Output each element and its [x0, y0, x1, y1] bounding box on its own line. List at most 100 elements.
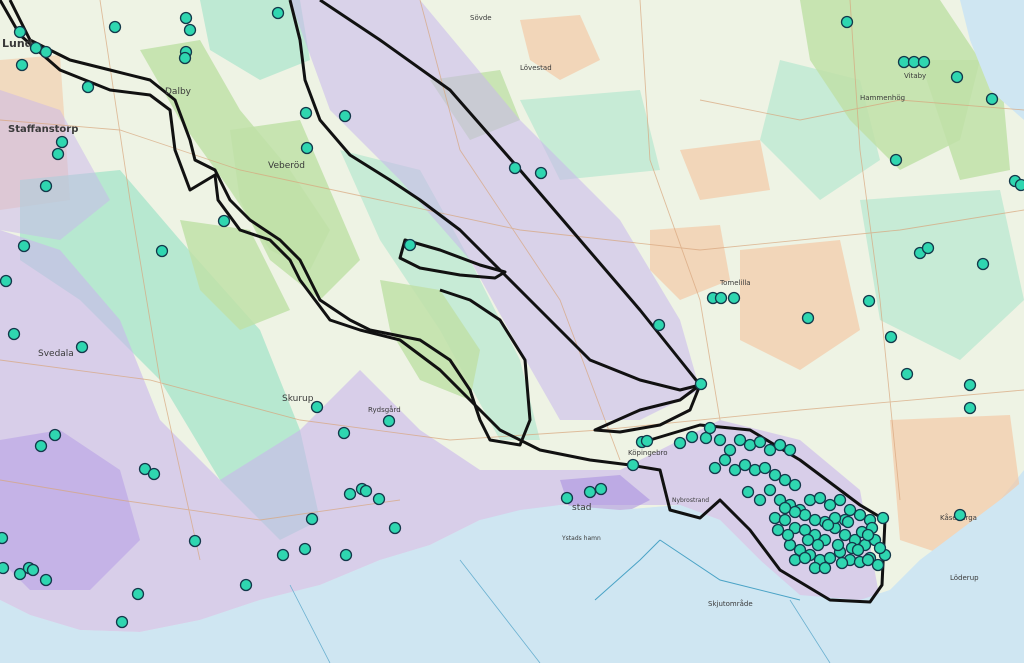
observation-point-marker[interactable] [763, 483, 777, 497]
observation-point-marker[interactable] [781, 528, 795, 542]
observation-point-marker[interactable] [768, 468, 782, 482]
observation-point-marker[interactable] [188, 534, 202, 548]
observation-point-marker[interactable] [778, 513, 792, 527]
observation-point-marker[interactable] [39, 179, 53, 193]
observation-point-marker[interactable] [339, 548, 353, 562]
observation-point-marker[interactable] [718, 453, 732, 467]
observation-point-marker[interactable] [727, 291, 741, 305]
observation-point-marker[interactable] [310, 400, 324, 414]
observation-point-marker[interactable] [963, 401, 977, 415]
observation-point-marker[interactable] [851, 543, 865, 557]
observation-point-marker[interactable] [183, 23, 197, 37]
observation-point-marker[interactable] [276, 548, 290, 562]
observation-point-marker[interactable] [298, 542, 312, 556]
observation-point-marker[interactable] [508, 161, 522, 175]
observation-point-marker[interactable] [39, 573, 53, 587]
observation-point-marker[interactable] [861, 528, 875, 542]
observation-point-marker[interactable] [843, 503, 857, 517]
observation-point-marker[interactable] [115, 615, 129, 629]
observation-point-marker[interactable] [147, 467, 161, 481]
observation-point-marker[interactable] [0, 531, 9, 545]
observation-point-marker[interactable] [7, 327, 21, 341]
observation-point-marker[interactable] [823, 551, 837, 565]
observation-point-marker[interactable] [108, 20, 122, 34]
map-view[interactable]: Lund Staffanstorp Dalby Veberöd Skurup S… [0, 0, 1024, 663]
observation-point-marker[interactable] [811, 538, 825, 552]
observation-point-marker[interactable] [900, 367, 914, 381]
observation-point-marker[interactable] [560, 491, 574, 505]
observation-point-marker[interactable] [783, 443, 797, 457]
observation-point-marker[interactable] [29, 41, 43, 55]
observation-point-marker[interactable] [48, 428, 62, 442]
observation-point-marker[interactable] [808, 561, 822, 575]
observation-point-marker[interactable] [788, 478, 802, 492]
observation-point-marker[interactable] [963, 378, 977, 392]
observation-point-marker[interactable] [798, 523, 812, 537]
observation-point-marker[interactable] [1014, 178, 1024, 192]
observation-point-marker[interactable] [640, 434, 654, 448]
observation-point-marker[interactable] [818, 561, 832, 575]
observation-point-marker[interactable] [833, 493, 847, 507]
observation-point-marker[interactable] [953, 508, 967, 522]
observation-point-marker[interactable] [652, 318, 666, 332]
observation-point-marker[interactable] [534, 166, 548, 180]
observation-point-marker[interactable] [17, 239, 31, 253]
observation-point-marker[interactable] [55, 135, 69, 149]
observation-point-marker[interactable] [372, 492, 386, 506]
observation-point-marker[interactable] [723, 443, 737, 457]
observation-point-marker[interactable] [798, 508, 812, 522]
observation-point-marker[interactable] [763, 443, 777, 457]
observation-point-marker[interactable] [75, 340, 89, 354]
observation-point-marker[interactable] [741, 485, 755, 499]
observation-point-marker[interactable] [15, 58, 29, 72]
observation-point-marker[interactable] [81, 80, 95, 94]
observation-point-marker[interactable] [300, 141, 314, 155]
observation-point-marker[interactable] [673, 436, 687, 450]
observation-point-marker[interactable] [26, 563, 40, 577]
observation-point-marker[interactable] [778, 501, 792, 515]
observation-point-marker[interactable] [813, 491, 827, 505]
observation-point-marker[interactable] [753, 435, 767, 449]
observation-point-marker[interactable] [835, 556, 849, 570]
observation-point-marker[interactable] [699, 431, 713, 445]
observation-point-marker[interactable] [714, 291, 728, 305]
observation-point-marker[interactable] [801, 533, 815, 547]
observation-point-marker[interactable] [217, 214, 231, 228]
observation-point-marker[interactable] [0, 274, 13, 288]
observation-point-marker[interactable] [338, 109, 352, 123]
observation-point-marker[interactable] [743, 438, 757, 452]
observation-point-marker[interactable] [337, 426, 351, 440]
observation-point-marker[interactable] [131, 587, 145, 601]
observation-point-marker[interactable] [840, 15, 854, 29]
map-canvas[interactable]: Lund Staffanstorp Dalby Veberöd Skurup S… [0, 0, 1024, 663]
observation-point-marker[interactable] [801, 311, 815, 325]
observation-point-marker[interactable] [821, 518, 835, 532]
observation-point-marker[interactable] [917, 55, 931, 69]
observation-point-marker[interactable] [876, 511, 890, 525]
observation-point-marker[interactable] [897, 55, 911, 69]
observation-point-marker[interactable] [778, 473, 792, 487]
observation-point-marker[interactable] [738, 458, 752, 472]
observation-point-marker[interactable] [758, 461, 772, 475]
observation-point-marker[interactable] [403, 238, 417, 252]
observation-point-marker[interactable] [708, 461, 722, 475]
observation-point-marker[interactable] [305, 512, 319, 526]
observation-point-marker[interactable] [907, 55, 921, 69]
observation-point-marker[interactable] [873, 541, 887, 555]
observation-point-marker[interactable] [808, 513, 822, 527]
observation-point-marker[interactable] [343, 487, 357, 501]
observation-point-marker[interactable] [838, 528, 852, 542]
observation-point-marker[interactable] [359, 484, 373, 498]
observation-point-marker[interactable] [713, 433, 727, 447]
observation-point-marker[interactable] [783, 538, 797, 552]
observation-point-marker[interactable] [871, 558, 885, 572]
observation-point-marker[interactable] [950, 70, 964, 84]
observation-point-marker[interactable] [889, 153, 903, 167]
observation-point-marker[interactable] [382, 414, 396, 428]
observation-point-marker[interactable] [803, 493, 817, 507]
observation-point-marker[interactable] [179, 11, 193, 25]
observation-point-marker[interactable] [841, 515, 855, 529]
observation-point-marker[interactable] [853, 508, 867, 522]
observation-point-marker[interactable] [798, 551, 812, 565]
observation-point-marker[interactable] [626, 458, 640, 472]
